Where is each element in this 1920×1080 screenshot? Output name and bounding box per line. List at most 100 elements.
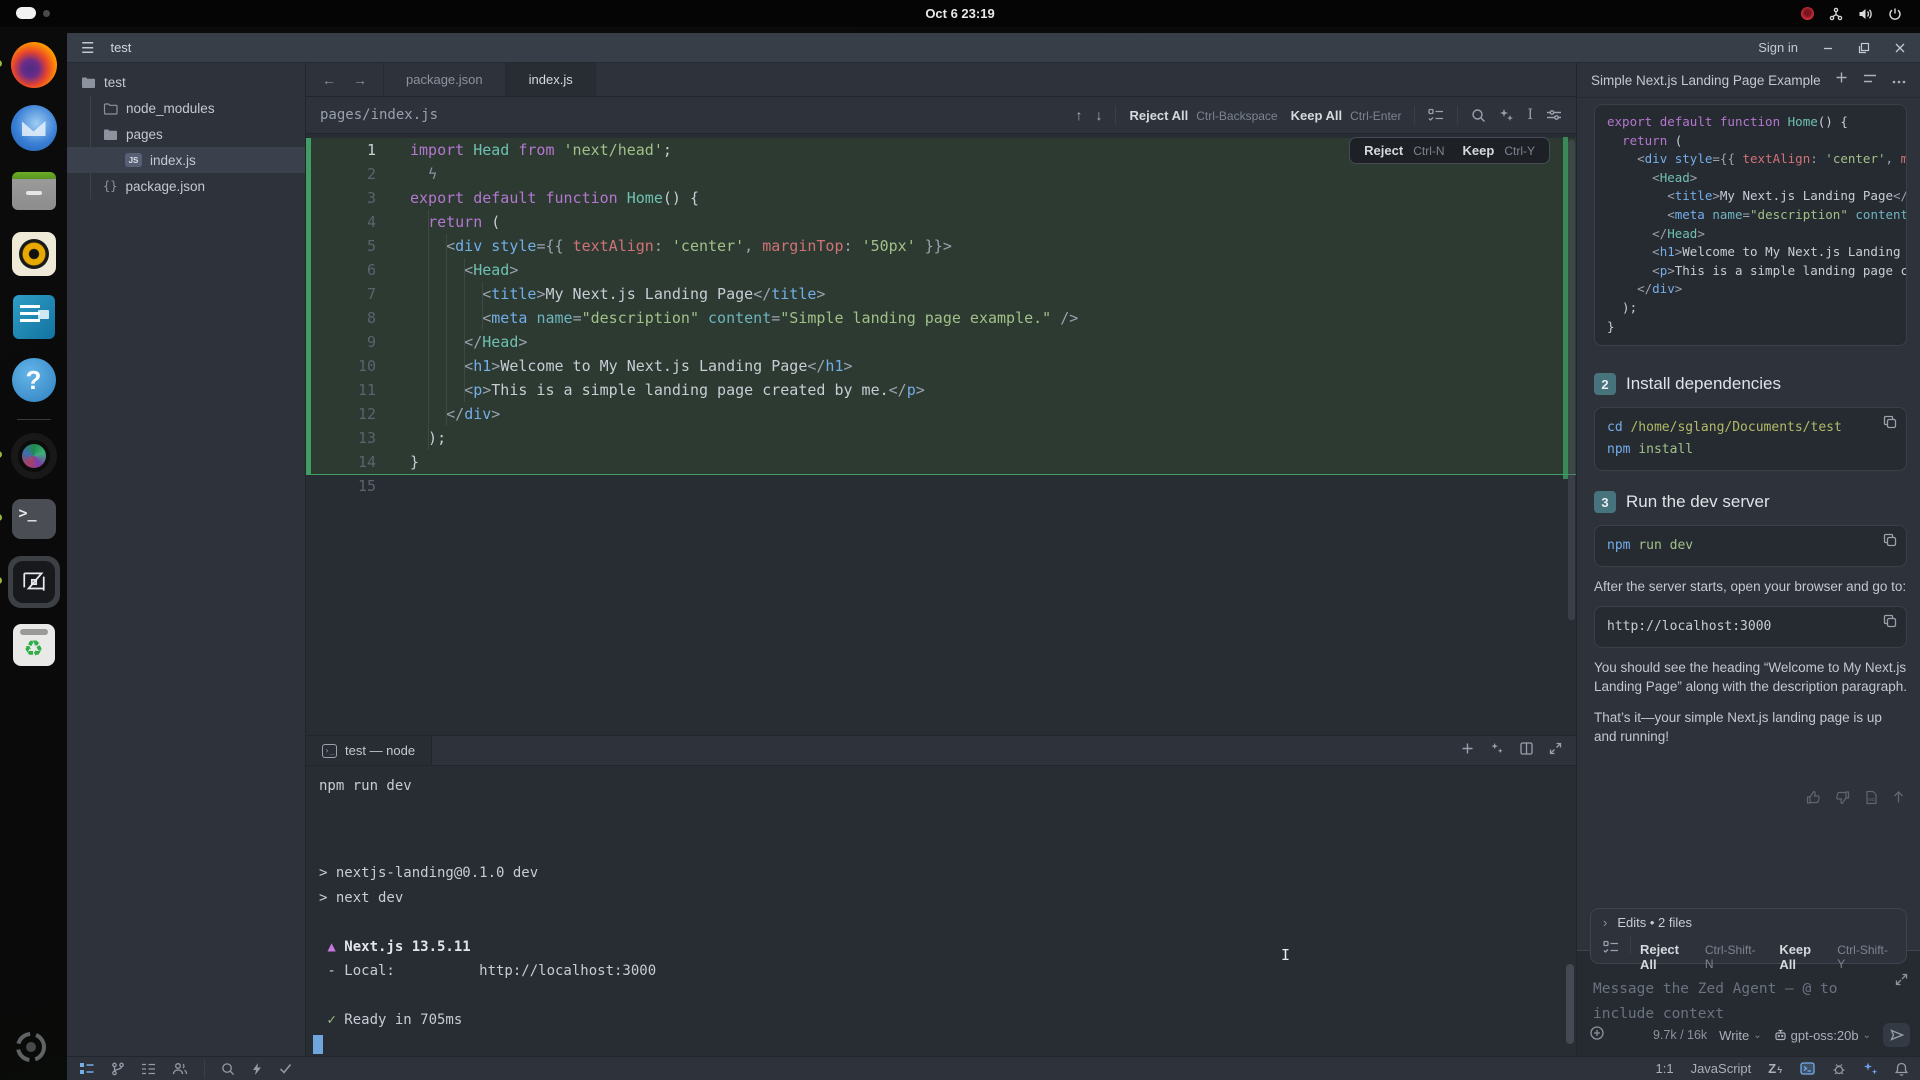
edits-reject-all-button[interactable]: Reject All Ctrl-Shift-N — [1640, 942, 1762, 972]
tree-item-pages[interactable]: pages — [67, 121, 305, 147]
sign-in-button[interactable]: Sign in — [1758, 40, 1798, 55]
thread-history-icon[interactable] — [1863, 71, 1877, 89]
copy-icon[interactable] — [1883, 614, 1897, 632]
notifications-bell-icon[interactable] — [1895, 1062, 1908, 1076]
code-line[interactable]: 6 <Head> — [306, 258, 1576, 282]
split-pane-icon[interactable] — [1520, 742, 1533, 760]
clock[interactable]: Oct 6 23:19 — [925, 6, 994, 21]
assistant-sparkle-icon[interactable] — [1863, 1061, 1878, 1076]
agent-thread-content[interactable]: export default function Home() { return … — [1577, 98, 1920, 902]
expand-terminal-icon[interactable] — [1549, 742, 1562, 760]
code-line[interactable]: 7 <title>My Next.js Landing Page</title> — [306, 282, 1576, 306]
scroll-to-top-icon[interactable] — [1892, 790, 1905, 810]
expand-composer-icon[interactable] — [1895, 973, 1908, 991]
thumbs-up-icon[interactable] — [1806, 790, 1821, 810]
window-project-title[interactable]: test — [110, 40, 131, 55]
next-hunk-icon[interactable]: ↓ — [1095, 107, 1102, 123]
copy-icon[interactable] — [1883, 415, 1897, 433]
code-line[interactable]: 3export default function Home() { — [306, 186, 1576, 210]
quick-actions-icon[interactable] — [251, 1062, 263, 1076]
dock-music-player[interactable] — [8, 228, 60, 280]
search-icon[interactable] — [1471, 108, 1486, 123]
nav-forward-icon[interactable]: → — [353, 72, 367, 88]
breadcrumb[interactable]: pages/index.js — [320, 107, 438, 123]
keep-button[interactable]: Keep — [1463, 143, 1495, 158]
diagnostics-check-icon[interactable] — [279, 1063, 292, 1074]
dock-trash[interactable]: ♻ — [8, 619, 60, 671]
dock-help[interactable]: ? — [8, 354, 60, 406]
new-thread-icon[interactable] — [1835, 71, 1848, 89]
terminal-scrollbar[interactable] — [1566, 964, 1574, 1044]
edit-prediction-icon[interactable]: Zϟ — [1768, 1061, 1783, 1076]
system-tray[interactable] — [1801, 0, 1902, 27]
search-icon[interactable] — [221, 1062, 235, 1076]
dock-terminal[interactable]: >_ — [8, 493, 60, 545]
dock-firefox[interactable] — [8, 39, 60, 91]
code-line[interactable]: 8 <meta name="description" content="Simp… — [306, 306, 1576, 330]
tree-item-index-js[interactable]: JS index.js — [67, 147, 305, 173]
code-line[interactable]: 15 — [306, 474, 1576, 498]
nav-back-icon[interactable]: ← — [322, 72, 336, 88]
reject-button[interactable]: Reject — [1364, 143, 1403, 158]
thumbs-down-icon[interactable] — [1835, 790, 1850, 810]
collaboration-icon[interactable] — [172, 1062, 188, 1075]
debug-icon[interactable] — [1832, 1062, 1846, 1076]
code-line[interactable]: 11 <p>This is a simple landing page crea… — [306, 378, 1576, 402]
terminal-assist-icon[interactable] — [1490, 741, 1504, 760]
close-button[interactable] — [1894, 42, 1906, 54]
dock-libreoffice-impress[interactable] — [8, 291, 60, 343]
workspace-indicator[interactable] — [16, 7, 50, 19]
edits-summary-row[interactable]: › Edits • 2 files — [1591, 909, 1906, 936]
project-panel-toggle-icon[interactable] — [79, 1062, 95, 1075]
send-button[interactable] — [1883, 1023, 1910, 1047]
new-terminal-icon[interactable] — [1461, 742, 1474, 760]
dock-thunderbird[interactable] — [8, 102, 60, 154]
code-line[interactable]: 2 ϟ — [306, 162, 1576, 186]
code-line[interactable]: 5 <div style={{ textAlign: 'center', mar… — [306, 234, 1576, 258]
code-line[interactable]: 9 </Head> — [306, 330, 1576, 354]
editor-controls-icon[interactable] — [1546, 108, 1562, 122]
model-selector[interactable]: gpt-oss:20b⌄ — [1774, 1028, 1871, 1043]
code-line[interactable]: 14} — [306, 450, 1576, 474]
language-selector[interactable]: JavaScript — [1691, 1061, 1752, 1076]
code-editor[interactable]: 1import Head from 'next/head';2 ϟ3export… — [306, 134, 1576, 735]
tab-package-json[interactable]: package.json — [383, 63, 506, 96]
copy-markdown-icon[interactable]: MD — [1864, 790, 1878, 810]
edit-mode-icon[interactable]: I — [1527, 107, 1533, 123]
composer-placeholder[interactable]: Message the Zed Agent — @ to include con… — [1593, 977, 1873, 1027]
terminal-output[interactable]: npm run dev > nextjs-landing@0.1.0 dev> … — [306, 766, 1576, 1056]
copy-icon[interactable] — [1883, 533, 1897, 551]
tab-index-js[interactable]: index.js — [506, 63, 596, 96]
cursor-position[interactable]: 1:1 — [1656, 1061, 1674, 1076]
tree-item-node-modules[interactable]: node_modules — [67, 95, 305, 121]
thread-title[interactable]: Simple Next.js Landing Page Example — [1591, 73, 1821, 88]
outline-icon[interactable] — [141, 1063, 156, 1075]
review-list-icon[interactable] — [1603, 940, 1619, 954]
tree-item-package-json[interactable]: {} package.json — [67, 173, 305, 199]
edits-keep-all-button[interactable]: Keep All Ctrl-Shift-Y — [1779, 942, 1894, 972]
tree-item-root[interactable]: test — [67, 69, 305, 95]
code-line[interactable]: 10 <h1>Welcome to My Next.js Landing Pag… — [306, 354, 1576, 378]
minimize-button[interactable] — [1822, 42, 1834, 54]
dock-zed[interactable] — [8, 556, 60, 608]
keep-all-button[interactable]: Keep All Ctrl-Enter — [1291, 108, 1402, 123]
maximize-button[interactable] — [1858, 42, 1870, 54]
git-branch-icon[interactable] — [111, 1062, 125, 1076]
inline-assist-icon[interactable] — [1499, 108, 1514, 123]
app-menu-icon[interactable]: ☰ — [81, 39, 94, 57]
dock-file-manager[interactable] — [8, 165, 60, 217]
dock-camera[interactable] — [8, 430, 60, 482]
profile-selector-icon[interactable] — [1589, 1025, 1605, 1046]
agent-menu-icon[interactable] — [1892, 71, 1906, 89]
terminal-tab[interactable]: ›_ test — node — [306, 736, 432, 765]
code-line[interactable]: 13 ); — [306, 426, 1576, 450]
reject-all-button[interactable]: Reject All Ctrl-Backspace — [1129, 108, 1277, 123]
code-line[interactable]: 12 </div> — [306, 402, 1576, 426]
mode-selector[interactable]: Write⌄ — [1719, 1028, 1762, 1043]
prev-hunk-icon[interactable]: ↑ — [1075, 107, 1082, 123]
titlebar[interactable]: ☰ test Sign in — [67, 33, 1920, 63]
review-list-icon[interactable] — [1428, 108, 1444, 122]
terminal-panel-toggle-icon[interactable] — [1800, 1062, 1815, 1075]
code-line[interactable]: 4 return ( — [306, 210, 1576, 234]
editor-scrollbar[interactable] — [1568, 140, 1575, 620]
